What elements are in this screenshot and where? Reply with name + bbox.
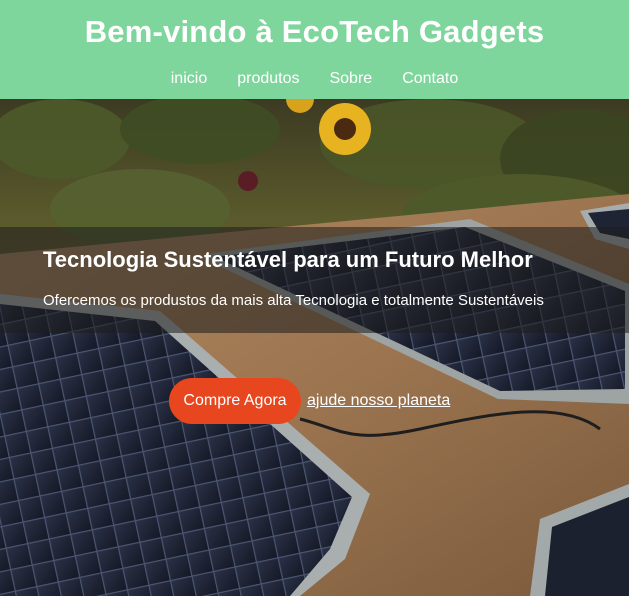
nav-link-inicio[interactable]: inicio: [171, 70, 207, 88]
buy-now-button[interactable]: Compre Agora: [169, 378, 301, 424]
hero-section: Tecnologia Sustentável para um Futuro Me…: [0, 99, 629, 596]
nav-link-sobre[interactable]: Sobre: [329, 70, 372, 88]
nav-link-contato[interactable]: Contato: [402, 70, 458, 88]
main-nav: inicio produtos Sobre Contato: [0, 70, 629, 88]
nav-link-produtos[interactable]: produtos: [237, 70, 299, 88]
site-header: Bem-vindo à EcoTech Gadgets inicio produ…: [0, 0, 629, 99]
hero-title: Tecnologia Sustentável para um Futuro Me…: [43, 247, 533, 272]
site-title: Bem-vindo à EcoTech Gadgets: [84, 14, 545, 49]
help-planet-link[interactable]: ajude nosso planeta: [307, 392, 450, 410]
page: Bem-vindo à EcoTech Gadgets inicio produ…: [0, 0, 629, 596]
hero-subtitle: Ofercemos os produstos da mais alta Tecn…: [43, 292, 544, 309]
hero-background-image: [0, 99, 629, 596]
hero-text-band: [0, 227, 629, 333]
